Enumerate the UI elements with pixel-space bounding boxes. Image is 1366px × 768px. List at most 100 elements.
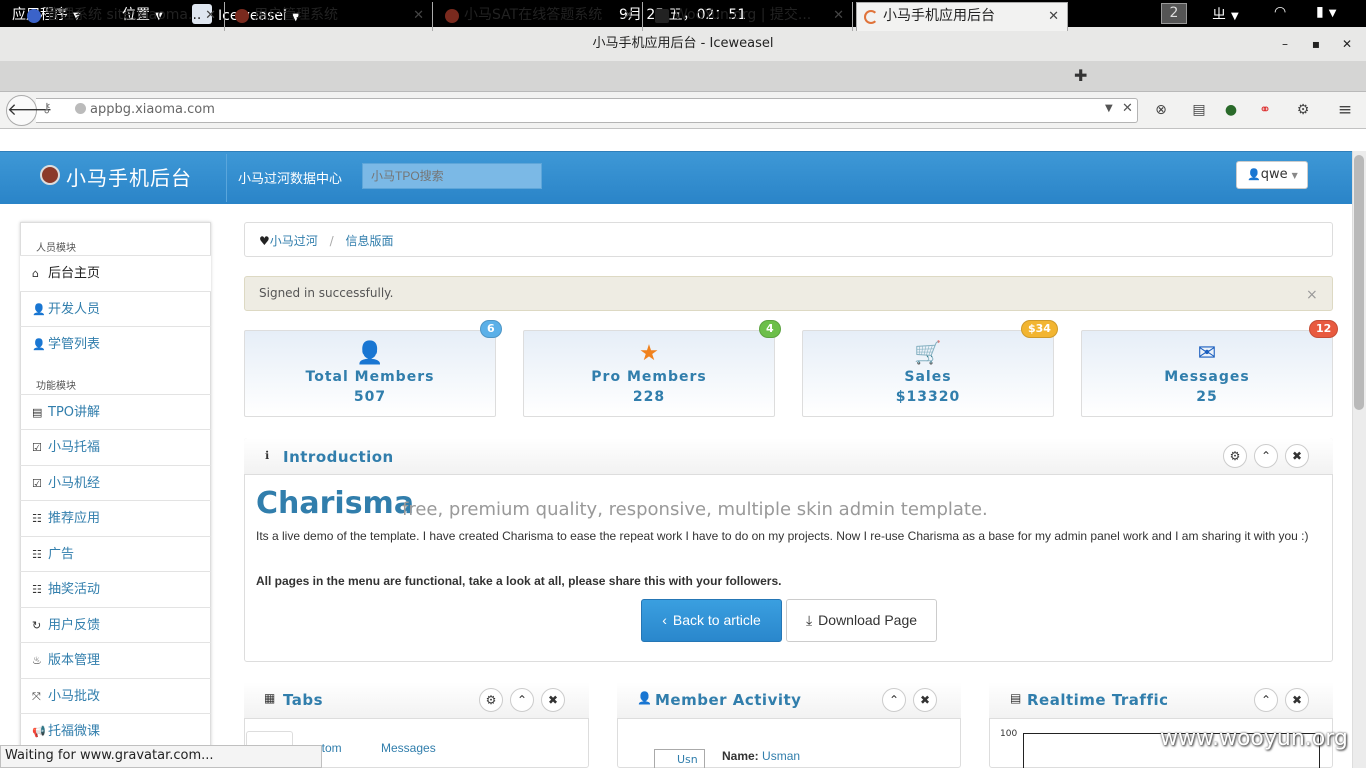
stat-messages[interactable]: ✉ Messages 25 (1081, 330, 1333, 417)
panel-close-button[interactable]: ✖ (541, 688, 565, 712)
sidebar-item-managers[interactable]: 👤 学管列表 (20, 326, 211, 362)
gear-icon: ⚙ (485, 693, 497, 707)
new-tab-button[interactable]: ✚ (1074, 66, 1087, 85)
scrollbar-thumb[interactable] (1354, 155, 1364, 410)
list-icon: ☷ (32, 548, 42, 561)
home-icon: ⌂ (32, 267, 39, 280)
stat-value: 228 (632, 389, 666, 405)
user-icon: 👤 (32, 303, 46, 316)
browser-tab-2[interactable]: 用户管理系统 ✕ (228, 2, 433, 31)
sidebar-item-ads[interactable]: ☷ 广告 (20, 536, 211, 572)
identity-key-icon[interactable]: ⚷ (42, 101, 52, 116)
stat-total-members[interactable]: 👤 Total Members 507 (244, 330, 496, 417)
history-dropdown-icon[interactable]: ▼ (1105, 103, 1113, 114)
sidebar-item-versions[interactable]: ♨ 版本管理 (20, 642, 211, 678)
input-method-menu[interactable]: ㄓ ▼ (1212, 4, 1239, 24)
wifi-icon[interactable]: ◠ (1274, 4, 1286, 20)
sidebar-section-people: 人员模块 (36, 243, 76, 254)
breadcrumb-current-link[interactable]: 信息版面 (345, 234, 393, 248)
minimize-button[interactable]: – (1274, 35, 1296, 53)
battery-icon[interactable]: ▮ ▼ (1316, 4, 1336, 20)
sidebar-item-home[interactable]: ⌂ 后台主页 (20, 255, 211, 291)
sidebar-item-toefl[interactable]: ☑ 小马托福 (20, 429, 211, 465)
back-button[interactable]: 🡐 (6, 95, 53, 126)
reader-icon[interactable]: ▤ (1190, 101, 1208, 119)
clear-url-icon[interactable]: ✕ (1122, 101, 1133, 116)
cart-icon: 🛒 (914, 341, 942, 366)
close-window-button[interactable]: ✕ (1336, 35, 1358, 53)
maximize-button[interactable]: ▪ (1305, 35, 1327, 53)
close-tab-icon[interactable]: ✕ (413, 2, 424, 29)
list-alt-icon: ▤ (1010, 691, 1022, 705)
globe-icon (75, 103, 86, 114)
browser-tab-5-active[interactable]: 小马手机应用后台 ✕ (856, 2, 1068, 31)
charisma-heading: Charisma (256, 486, 415, 521)
panel-collapse-button[interactable]: ⌃ (882, 688, 906, 712)
back-to-article-button[interactable]: ‹ Back to article (641, 599, 782, 642)
member-activity-title: Member Activity (655, 691, 802, 709)
stat-sales[interactable]: 🛒 Sales $13320 (802, 330, 1054, 417)
url-text[interactable]: appbg.xiaoma.com (90, 102, 215, 117)
stat-pro-members[interactable]: ★ Pro Members 228 (523, 330, 775, 417)
heart-icon: ♥ (259, 234, 270, 248)
download-icon: ⤓ (805, 612, 813, 628)
panel-collapse-button[interactable]: ⌃ (1254, 688, 1278, 712)
tpo-search-input[interactable] (362, 163, 542, 189)
close-tab-icon[interactable]: ✕ (1048, 3, 1059, 30)
extension-red-icon[interactable]: ⚭ (1256, 101, 1274, 119)
stat-title: Sales (904, 369, 952, 385)
breadcrumb: ♥小马过河 / 信息版面 (244, 222, 1333, 257)
sidebar-item-apps[interactable]: ☷ 推荐应用 (20, 500, 211, 536)
avatar[interactable]: Usn (654, 749, 705, 768)
close-tab-icon[interactable]: ✕ (623, 2, 634, 29)
refresh-icon: ↻ (32, 619, 42, 632)
chevron-up-icon: ⌃ (1260, 449, 1272, 463)
fullscreen-icon: ⤧ (32, 690, 41, 703)
browser-tab-3[interactable]: 小马SAT在线答题系统 ✕ (438, 2, 643, 31)
sidebar-item-microclass[interactable]: 📢 托福微课 (20, 713, 211, 749)
block-icon[interactable]: ⊗ (1152, 101, 1170, 119)
panel-settings-button[interactable]: ⚙ (479, 688, 503, 712)
member-name-link[interactable]: Usman (762, 749, 800, 763)
loading-spinner-icon (864, 10, 878, 24)
list-icon: ☷ (32, 583, 42, 596)
site-favicon-icon (235, 9, 249, 23)
panel-collapse-button[interactable]: ⌃ (510, 688, 534, 712)
user-menu-button[interactable]: 👤qwe ▼ (1236, 161, 1308, 189)
extension-green-icon[interactable]: ● (1222, 101, 1240, 119)
status-bar: Waiting for www.gravatar.com... (0, 745, 322, 768)
stat-value: 507 (353, 389, 387, 405)
stat-badge: 12 (1309, 320, 1339, 338)
close-tab-icon[interactable]: ✕ (833, 2, 844, 29)
gear-icon: ⚙ (1229, 449, 1241, 463)
sidebar-item-lottery[interactable]: ☷ 抽奖活动 (20, 571, 211, 607)
introduction-title: Introduction (283, 448, 394, 466)
panel-settings-button[interactable]: ⚙ (1223, 444, 1247, 468)
sidebar-item-developers[interactable]: 👤 开发人员 (20, 291, 211, 327)
sidebar-item-feedback[interactable]: ↻ 用户反馈 (20, 607, 211, 643)
data-center-link[interactable]: 小马过河数据中心 (238, 168, 342, 187)
sidebar-item-jijing[interactable]: ☑ 小马机经 (20, 465, 211, 501)
stat-title: Messages (1164, 369, 1250, 385)
download-page-button[interactable]: ⤓ Download Page (786, 599, 937, 642)
site-brand[interactable]: 小马手机后台 (66, 162, 192, 191)
tab-messages[interactable]: Messages (381, 741, 436, 755)
close-icon: ✖ (919, 693, 931, 707)
gear-icon[interactable]: ⚙ (1294, 101, 1312, 119)
alert-close-button[interactable]: × (1306, 287, 1318, 303)
sidebar-item-tpo[interactable]: ▤ TPO讲解 (20, 394, 211, 430)
stat-badge: $34 (1021, 320, 1058, 338)
panel-close-button[interactable]: ✖ (913, 688, 937, 712)
close-icon: ✖ (547, 693, 559, 707)
browser-tab-4[interactable]: WooYun.org | 提交... ✕ (648, 2, 853, 31)
panel-close-button[interactable]: ✖ (1285, 688, 1309, 712)
browser-tab-1[interactable]: 管理系统 site:xiaoma... ✕ (20, 2, 225, 31)
panel-close-button[interactable]: ✖ (1285, 444, 1309, 468)
close-tab-icon[interactable]: ✕ (205, 2, 216, 29)
sidebar-item-grading[interactable]: ⤧ 小马批改 (20, 678, 211, 714)
watermark: www.wooyun.org (1160, 726, 1348, 751)
breadcrumb-home-link[interactable]: 小马过河 (270, 234, 318, 248)
workspace-indicator[interactable]: 2 (1161, 3, 1187, 24)
menu-icon[interactable]: ≡ (1336, 101, 1354, 119)
panel-collapse-button[interactable]: ⌃ (1254, 444, 1278, 468)
